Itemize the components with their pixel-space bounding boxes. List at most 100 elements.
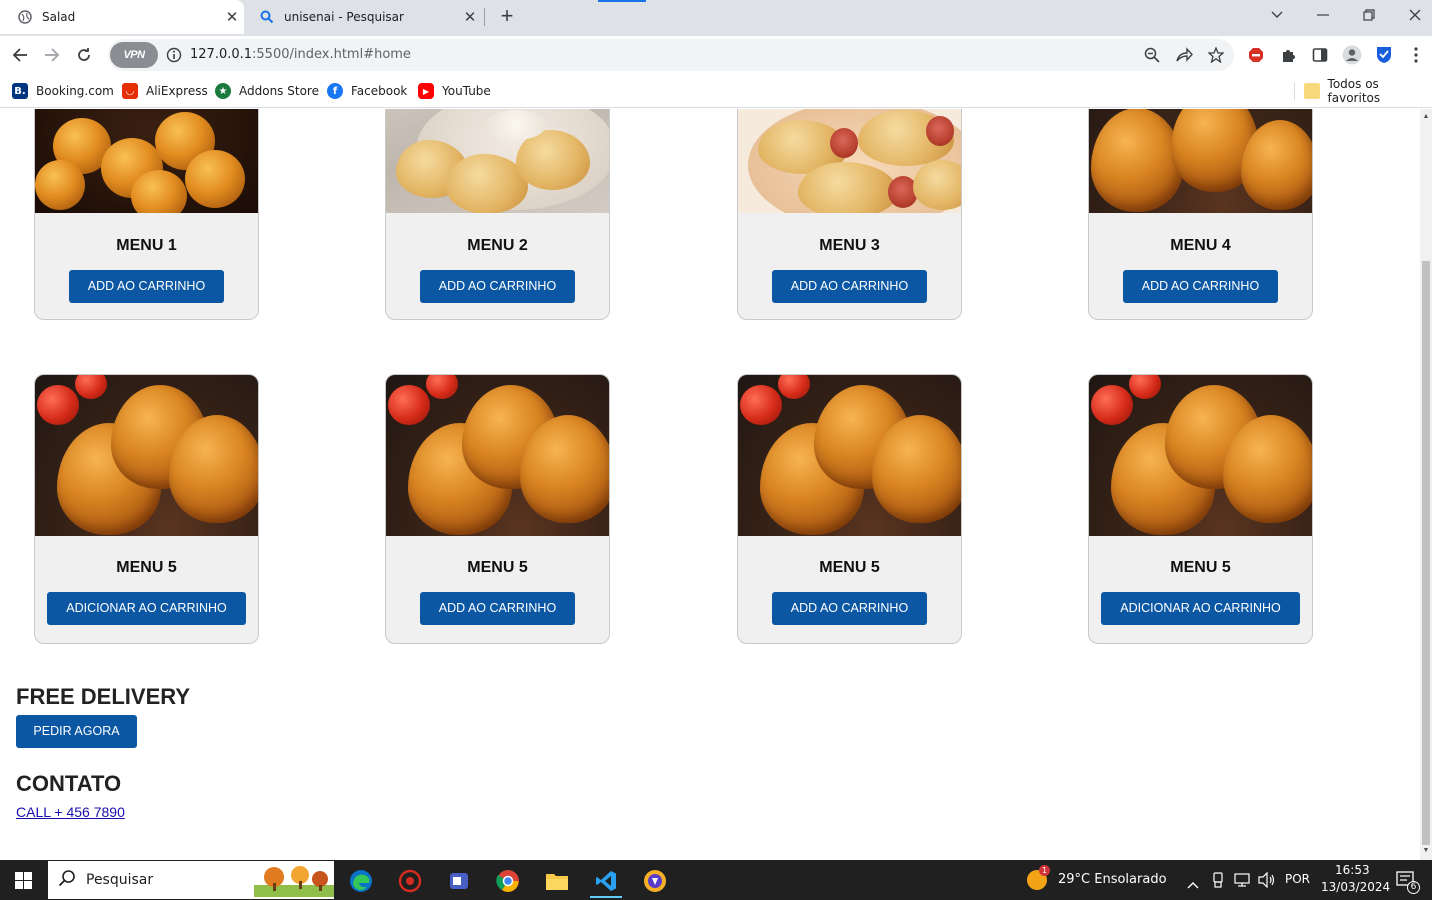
facebook-icon: f bbox=[327, 83, 343, 99]
menu-card-2: MENU 2 ADD AO CARRINHO bbox=[385, 109, 610, 320]
scroll-down-arrow-icon[interactable]: ▼ bbox=[1422, 847, 1430, 855]
windows-taskbar: Pesquisar 1 29°C Ensolarado POR 16:53 13… bbox=[0, 860, 1432, 900]
add-to-cart-button[interactable]: ADD AO CARRINHO bbox=[1122, 270, 1279, 303]
search-icon bbox=[58, 869, 76, 891]
menu-title: MENU 4 bbox=[1170, 237, 1231, 254]
share-icon[interactable] bbox=[1174, 45, 1194, 65]
add-to-cart-button[interactable]: ADD AO CARRINHO bbox=[419, 270, 576, 303]
bookmark-label: Booking.com bbox=[36, 84, 114, 98]
clock-date[interactable]: 13/03/2024 bbox=[1321, 880, 1390, 894]
add-to-cart-button[interactable]: ADD AO CARRINHO bbox=[68, 270, 225, 303]
menu-card-3: MENU 3 ADD AO CARRINHO bbox=[737, 109, 962, 320]
menu-title: MENU 5 bbox=[819, 559, 880, 576]
back-arrow-icon[interactable] bbox=[6, 41, 34, 69]
close-tab-icon[interactable]: ✕ bbox=[220, 8, 244, 26]
minimize-icon[interactable] bbox=[1300, 0, 1346, 30]
notification-count-badge: 6 bbox=[1407, 881, 1420, 894]
bookmark-facebook[interactable]: f Facebook bbox=[327, 82, 407, 100]
menu-title: MENU 5 bbox=[116, 559, 177, 576]
chevron-up-icon[interactable] bbox=[1187, 874, 1199, 893]
vpn-app-icon[interactable] bbox=[633, 864, 677, 898]
usb-device-icon[interactable] bbox=[1212, 872, 1224, 892]
menu-title: MENU 3 bbox=[819, 237, 880, 254]
page-scrollbar[interactable]: ▲ ▼ bbox=[1420, 109, 1432, 860]
add-to-cart-button[interactable]: ADICIONAR AO CARRINHO bbox=[1101, 592, 1300, 625]
forward-arrow-icon[interactable] bbox=[38, 41, 66, 69]
edge-browser-icon[interactable] bbox=[339, 864, 383, 898]
weather-text[interactable]: 29°C Ensolarado bbox=[1058, 872, 1167, 887]
browser-toolbar: VPN 127.0.0.1:5500/index.html#home bbox=[0, 36, 1432, 74]
tab-unisenai-search[interactable]: unisenai - Pesquisar ✕ bbox=[248, 0, 482, 34]
close-tab-icon[interactable]: ✕ bbox=[458, 8, 482, 26]
tab-search-chevron-icon[interactable] bbox=[1254, 0, 1300, 30]
menu-card-5d: MENU 5 ADICIONAR AO CARRINHO bbox=[1088, 374, 1313, 644]
bookmark-label: Addons Store bbox=[239, 84, 319, 98]
order-now-button[interactable]: PEDIR AGORA bbox=[16, 715, 137, 748]
phone-link[interactable]: CALL + 456 7890 bbox=[16, 804, 125, 820]
close-window-icon[interactable] bbox=[1392, 0, 1432, 30]
vpn-badge-icon[interactable]: VPN bbox=[110, 42, 158, 68]
coxinhas-image bbox=[1089, 109, 1312, 213]
new-tab-button[interactable]: + bbox=[494, 4, 520, 30]
search-icon bbox=[260, 10, 274, 24]
coxinhas-image bbox=[1089, 375, 1312, 536]
security-app-icon[interactable] bbox=[388, 864, 432, 898]
browser-tab-strip: Salad ✕ unisenai - Pesquisar ✕ + bbox=[0, 0, 1432, 36]
clock-time[interactable]: 16:53 bbox=[1335, 863, 1370, 877]
menu-title: MENU 2 bbox=[467, 237, 528, 254]
vscode-icon[interactable] bbox=[584, 864, 628, 898]
network-icon[interactable] bbox=[1234, 872, 1250, 891]
taskbar-search-input[interactable]: Pesquisar bbox=[48, 861, 334, 899]
bookmark-youtube[interactable]: ▶ YouTube bbox=[418, 82, 491, 100]
youtube-icon: ▶ bbox=[418, 83, 434, 99]
site-info-icon[interactable] bbox=[166, 47, 182, 68]
scrollbar-thumb[interactable] bbox=[1422, 261, 1430, 845]
adblock-extension-icon[interactable] bbox=[1245, 44, 1267, 66]
chrome-icon[interactable] bbox=[486, 864, 530, 898]
bookmarks-divider bbox=[1294, 82, 1295, 100]
bookmark-star-icon[interactable] bbox=[1206, 45, 1226, 65]
volume-icon[interactable] bbox=[1258, 871, 1276, 892]
tab-title: Salad bbox=[42, 10, 76, 24]
language-indicator[interactable]: POR bbox=[1285, 872, 1310, 886]
teams-app-icon[interactable] bbox=[437, 864, 481, 898]
windows-start-icon[interactable] bbox=[0, 860, 46, 900]
add-to-cart-button[interactable]: ADD AO CARRINHO bbox=[771, 592, 928, 625]
address-bar[interactable]: VPN 127.0.0.1:5500/index.html#home bbox=[108, 39, 1234, 71]
booking-icon: B. bbox=[12, 83, 28, 99]
bookmarks-bar: B. Booking.com ◡ AliExpress ★ Addons Sto… bbox=[0, 74, 1432, 108]
zoom-icon[interactable] bbox=[1142, 45, 1162, 65]
profile-avatar-icon[interactable] bbox=[1341, 44, 1363, 66]
addons-store-icon: ★ bbox=[215, 83, 231, 99]
add-to-cart-button[interactable]: ADD AO CARRINHO bbox=[419, 592, 576, 625]
coxinhas-image bbox=[386, 375, 609, 536]
menu-card-5c: MENU 5 ADD AO CARRINHO bbox=[737, 374, 962, 644]
menu-title: MENU 5 bbox=[467, 559, 528, 576]
bitwarden-shield-icon[interactable] bbox=[1373, 44, 1395, 66]
file-explorer-icon[interactable] bbox=[535, 864, 579, 898]
coxinhas-image bbox=[35, 375, 258, 536]
bookmark-addons-store[interactable]: ★ Addons Store bbox=[215, 82, 319, 100]
reload-icon[interactable] bbox=[70, 41, 98, 69]
more-menu-icon[interactable] bbox=[1405, 44, 1427, 66]
extensions-puzzle-icon[interactable] bbox=[1277, 44, 1299, 66]
side-panel-icon[interactable] bbox=[1309, 44, 1331, 66]
bookmark-label: AliExpress bbox=[146, 84, 208, 98]
scroll-up-arrow-icon[interactable]: ▲ bbox=[1422, 113, 1430, 121]
restore-icon[interactable] bbox=[1346, 0, 1392, 30]
menu-card-5a: MENU 5 ADICIONAR AO CARRINHO bbox=[34, 374, 259, 644]
add-to-cart-button[interactable]: ADD AO CARRINHO bbox=[771, 270, 928, 303]
bookmark-aliexpress[interactable]: ◡ AliExpress bbox=[122, 82, 208, 100]
bookmark-booking[interactable]: B. Booking.com bbox=[12, 82, 114, 100]
add-to-cart-button[interactable]: ADICIONAR AO CARRINHO bbox=[47, 592, 246, 625]
all-bookmarks-folder[interactable]: Todos os favoritos bbox=[1304, 77, 1432, 105]
url-text[interactable]: 127.0.0.1:5500/index.html#home bbox=[190, 47, 411, 62]
page-viewport: MENU 1 ADD AO CARRINHO MENU 2 ADD AO CAR… bbox=[0, 109, 1420, 860]
pasteis-prato-image bbox=[386, 109, 609, 213]
bolinhas-de-queijo-image bbox=[35, 109, 258, 213]
coxinhas-image bbox=[738, 375, 961, 536]
url-path: :5500/index.html#home bbox=[252, 47, 411, 62]
menu-card-4: MENU 4 ADD AO CARRINHO bbox=[1088, 109, 1313, 320]
weather-badge: 1 bbox=[1039, 865, 1050, 876]
tab-salad[interactable]: Salad ✕ bbox=[0, 0, 244, 34]
